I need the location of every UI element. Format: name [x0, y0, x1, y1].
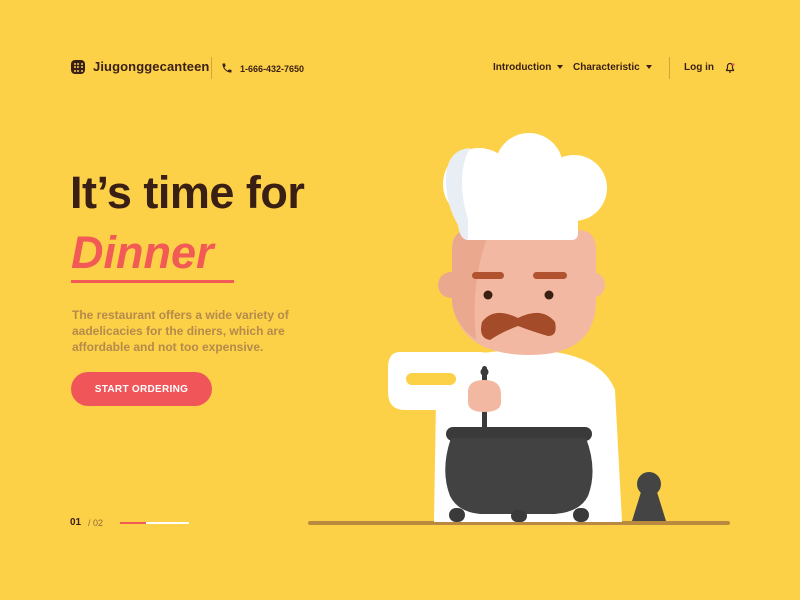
hero-title-accent: Dinner — [71, 227, 214, 278]
pot-body — [445, 438, 593, 514]
logo-grid-icon[interactable] — [71, 60, 85, 74]
chevron-down-icon — [645, 65, 652, 70]
nav-introduction[interactable]: Introduction — [493, 62, 564, 73]
eyebrow-left — [472, 272, 504, 279]
chef-ear-right — [579, 272, 605, 298]
chef-illustration — [308, 133, 730, 525]
accent-underline — [71, 280, 234, 283]
eye-right — [544, 290, 554, 300]
brand-name[interactable]: Jiugonggecanteen — [93, 59, 209, 74]
chevron-down-icon — [557, 65, 564, 70]
chef-hand — [468, 380, 501, 412]
nav-introduction-label: Introduction — [493, 62, 552, 73]
phone-number[interactable]: 1-666-432-7650 — [240, 64, 304, 74]
brand-name-part1: Jiugongge — [93, 59, 160, 74]
pot-foot — [573, 508, 589, 522]
header-divider — [211, 57, 212, 79]
page-current: 01 — [70, 517, 82, 528]
spoon-top — [480, 368, 489, 376]
eye-left — [483, 290, 493, 300]
pot-foot — [449, 508, 465, 522]
login-label: Log in — [684, 62, 714, 73]
chef-hat-puff — [541, 155, 607, 221]
start-ordering-button[interactable]: START ORDERING — [71, 372, 212, 406]
hero-description: The restaurant offers a wide variety of … — [72, 308, 289, 354]
login-link[interactable]: Log in — [684, 62, 714, 73]
eyebrow-right — [533, 272, 567, 279]
pepper-shaker-icon — [632, 472, 666, 521]
nav-characteristic[interactable]: Characteristic — [573, 62, 652, 73]
arm-gap — [406, 373, 456, 385]
page-total: / 02 — [88, 518, 104, 528]
nav-divider — [669, 57, 670, 79]
slide-progress-track[interactable] — [120, 522, 189, 524]
chef-ear-left — [438, 272, 464, 298]
nav-characteristic-label: Characteristic — [573, 62, 640, 73]
pot-foot — [511, 510, 527, 522]
bell-icon[interactable] — [724, 62, 736, 74]
brand-name-part2: canteen — [159, 59, 210, 74]
hero-title: It’s time for — [70, 167, 305, 218]
slide-progress-fill — [120, 522, 147, 524]
phone-icon — [222, 63, 232, 73]
